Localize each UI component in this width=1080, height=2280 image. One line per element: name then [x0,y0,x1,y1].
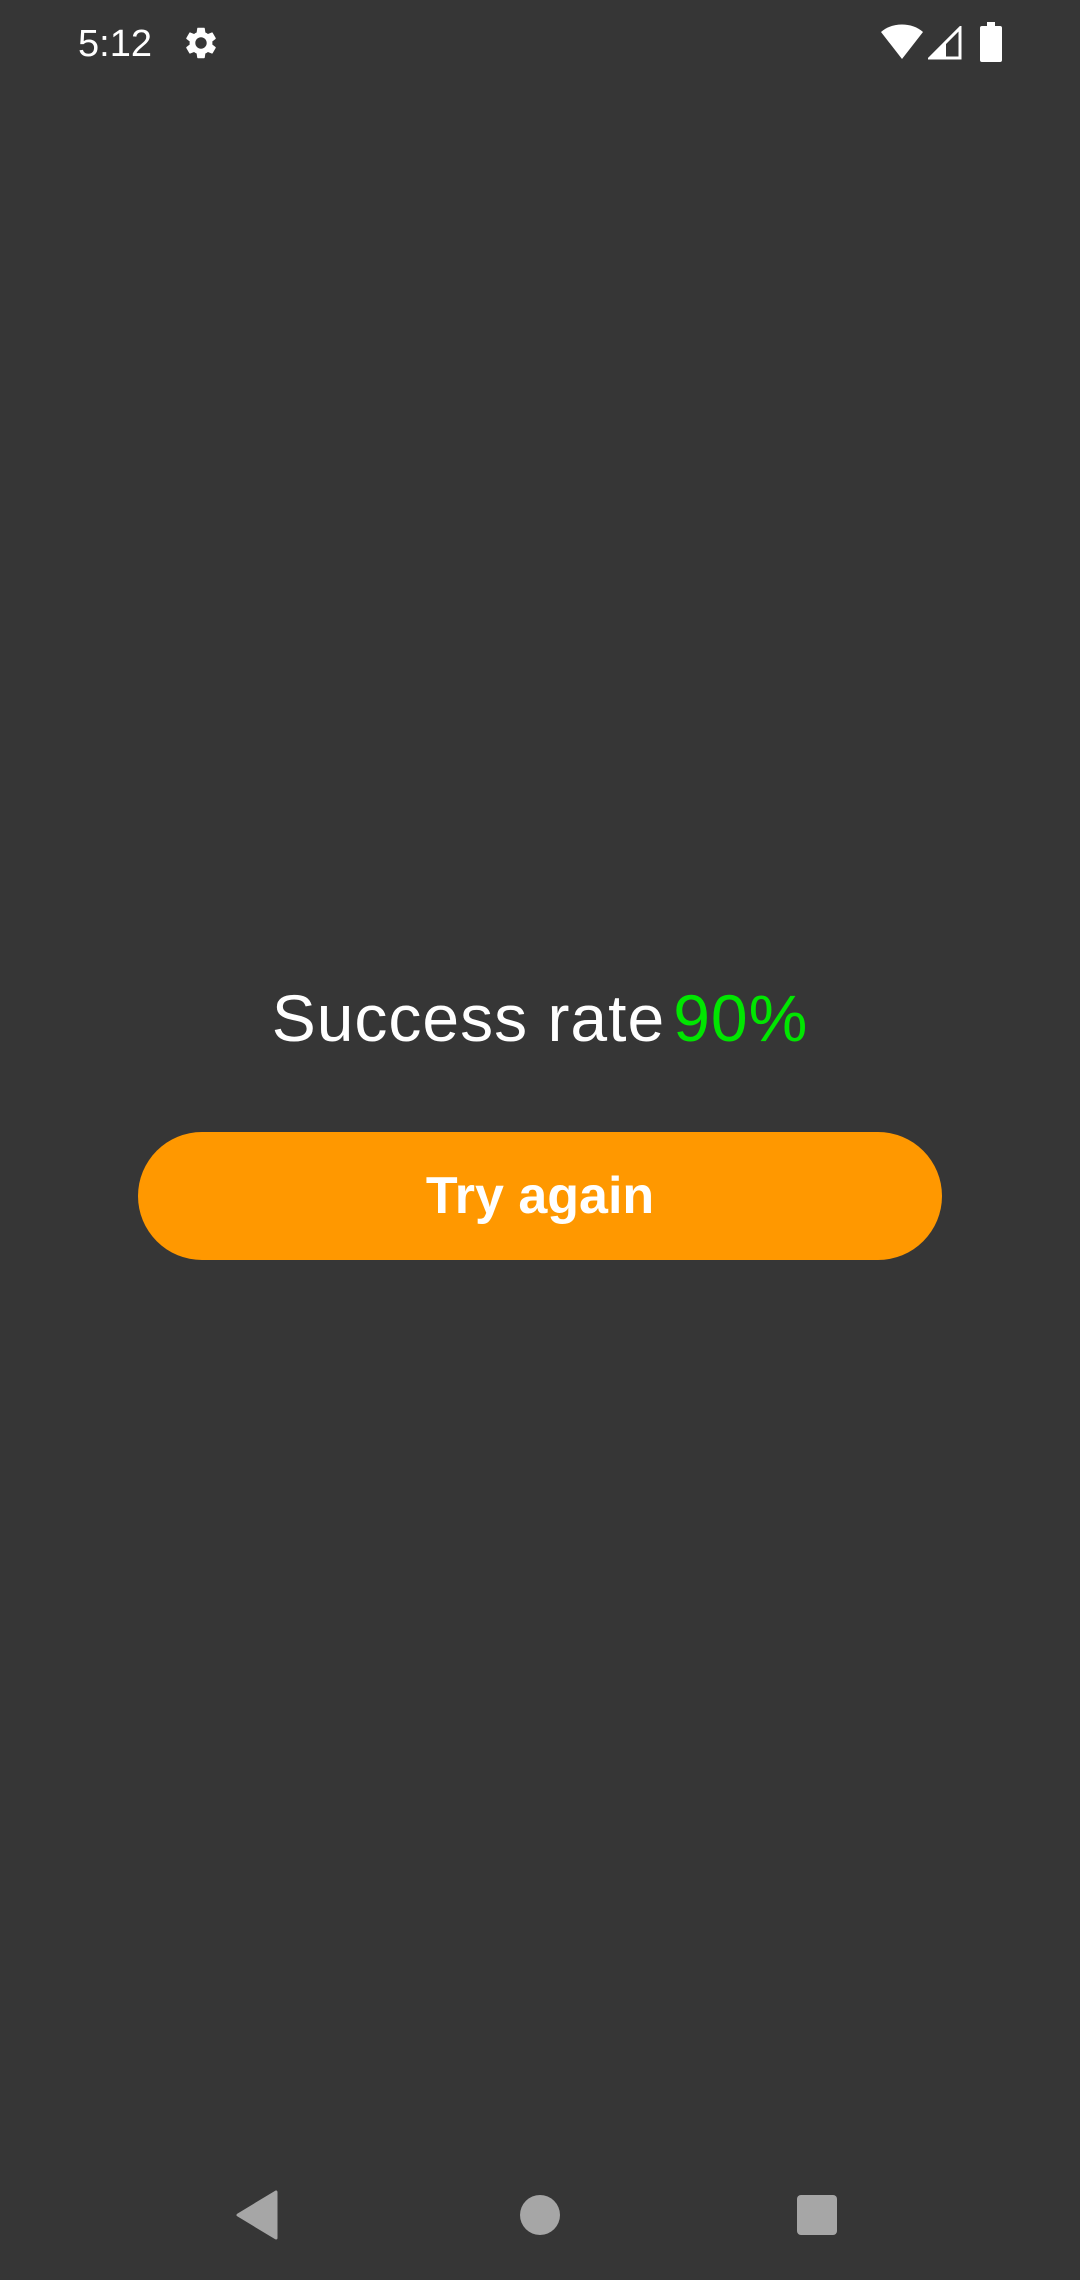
gear-icon [186,27,216,59]
status-bar: 5:12 [0,0,1080,88]
success-rate-label: Success rate [271,981,666,1055]
status-time: 5:12 [78,23,152,65]
wifi-icon [881,24,923,59]
recents-icon[interactable] [796,2194,838,2236]
success-rate-line: Success rate 90% [0,978,1080,1058]
back-icon[interactable] [236,2190,280,2240]
home-icon[interactable] [518,2193,562,2237]
signal-icon [928,26,962,60]
battery-icon [980,22,1002,62]
navigation-bar [0,2160,1080,2280]
try-again-button[interactable]: Try again [138,1132,942,1260]
app-screen: 5:12 Success rate 90% Try again [0,0,1080,2280]
success-rate-value: 90% [673,981,809,1055]
